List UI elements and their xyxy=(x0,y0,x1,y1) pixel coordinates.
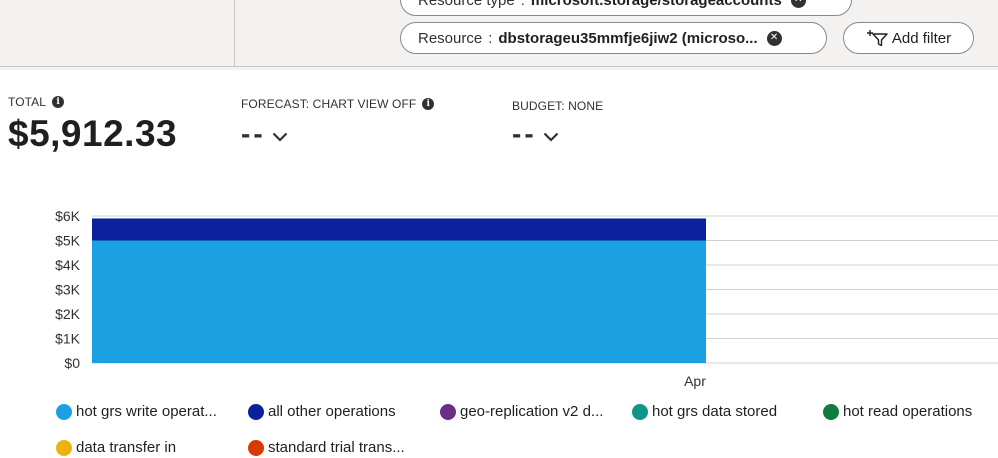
bar-segment[interactable] xyxy=(92,240,706,364)
legend-label: hot read operations xyxy=(843,403,973,420)
legend-item[interactable]: geo-replication v2 d... xyxy=(440,403,603,420)
legend-color-dot xyxy=(56,439,72,456)
legend-label: geo-replication v2 d... xyxy=(460,403,604,420)
budget-value: -- xyxy=(512,118,537,149)
filter-key: Resource xyxy=(418,29,483,47)
legend-item[interactable]: hot grs data stored xyxy=(632,403,777,420)
total-label: TOTAL i xyxy=(8,95,65,109)
filter-pill-resource-type[interactable]: Resource type : microsoft.storage/storag… xyxy=(400,0,852,16)
legend-item[interactable]: hot read operations xyxy=(823,403,972,420)
legend-color-dot xyxy=(632,403,648,420)
chevron-down-icon xyxy=(272,132,287,142)
bar-segment[interactable] xyxy=(92,218,706,241)
y-tick-label: $6K xyxy=(55,208,81,224)
legend-item[interactable]: standard trial trans... xyxy=(248,439,405,456)
legend-color-dot xyxy=(248,439,264,456)
forecast-label: FORECAST: CHART VIEW OFF i xyxy=(241,97,435,111)
filter-separator: : xyxy=(520,0,525,9)
legend-label: all other operations xyxy=(268,403,396,420)
legend-label: hot grs data stored xyxy=(652,403,778,420)
filter-key: Resource type xyxy=(418,0,515,9)
filter-value: microsoft.storage/storageaccounts xyxy=(530,0,782,9)
legend-color-dot xyxy=(56,403,72,420)
legend-item[interactable]: all other operations xyxy=(248,403,396,420)
filter-separator: : xyxy=(488,29,493,47)
x-tick-label: Apr xyxy=(684,373,706,389)
forecast-label-text: FORECAST: CHART VIEW OFF xyxy=(241,97,417,111)
add-filter-label: Add filter xyxy=(891,29,952,47)
total-value: $5,912.33 xyxy=(8,113,178,154)
y-tick-label: $0 xyxy=(64,355,80,371)
info-icon[interactable]: i xyxy=(52,96,65,108)
horizontal-divider xyxy=(0,66,998,67)
close-circle-icon[interactable]: ✕ xyxy=(766,30,782,46)
vertical-divider xyxy=(234,0,235,66)
budget-label-text: BUDGET: NONE xyxy=(512,99,604,113)
filter-pill-resource[interactable]: Resource : dbstorageu35mmfje6jiw2 (micro… xyxy=(400,22,827,54)
info-icon[interactable]: i xyxy=(422,98,435,110)
close-circle-icon[interactable]: ✕ xyxy=(790,0,806,8)
legend-color-dot xyxy=(823,403,839,420)
y-tick-label: $3K xyxy=(55,282,81,298)
filter-add-icon xyxy=(866,30,888,47)
forecast-value: -- xyxy=(241,118,266,149)
budget-dropdown[interactable]: -- xyxy=(512,118,559,150)
y-tick-label: $4K xyxy=(55,257,81,273)
y-tick-label: $5K xyxy=(55,233,81,249)
legend-item[interactable]: data transfer in xyxy=(56,439,176,456)
legend-label: hot grs write operat... xyxy=(76,403,217,420)
legend-color-dot xyxy=(440,403,456,420)
legend-label: standard trial trans... xyxy=(268,439,405,456)
chevron-down-icon xyxy=(543,132,558,142)
legend-item[interactable]: hot grs write operat... xyxy=(56,403,217,420)
forecast-dropdown[interactable]: -- xyxy=(241,118,288,150)
filter-value: dbstorageu35mmfje6jiw2 (microso... xyxy=(498,29,758,47)
y-tick-label: $1K xyxy=(55,331,81,347)
cost-chart: $6K $5K $4K $3K $2K $1K $0 Apr xyxy=(55,208,998,389)
budget-label: BUDGET: NONE xyxy=(512,99,603,113)
y-tick-label: $2K xyxy=(55,306,81,322)
legend-label: data transfer in xyxy=(76,439,177,456)
legend-color-dot xyxy=(248,403,264,420)
total-label-text: TOTAL xyxy=(8,95,47,109)
add-filter-button[interactable]: Add filter xyxy=(843,22,974,54)
